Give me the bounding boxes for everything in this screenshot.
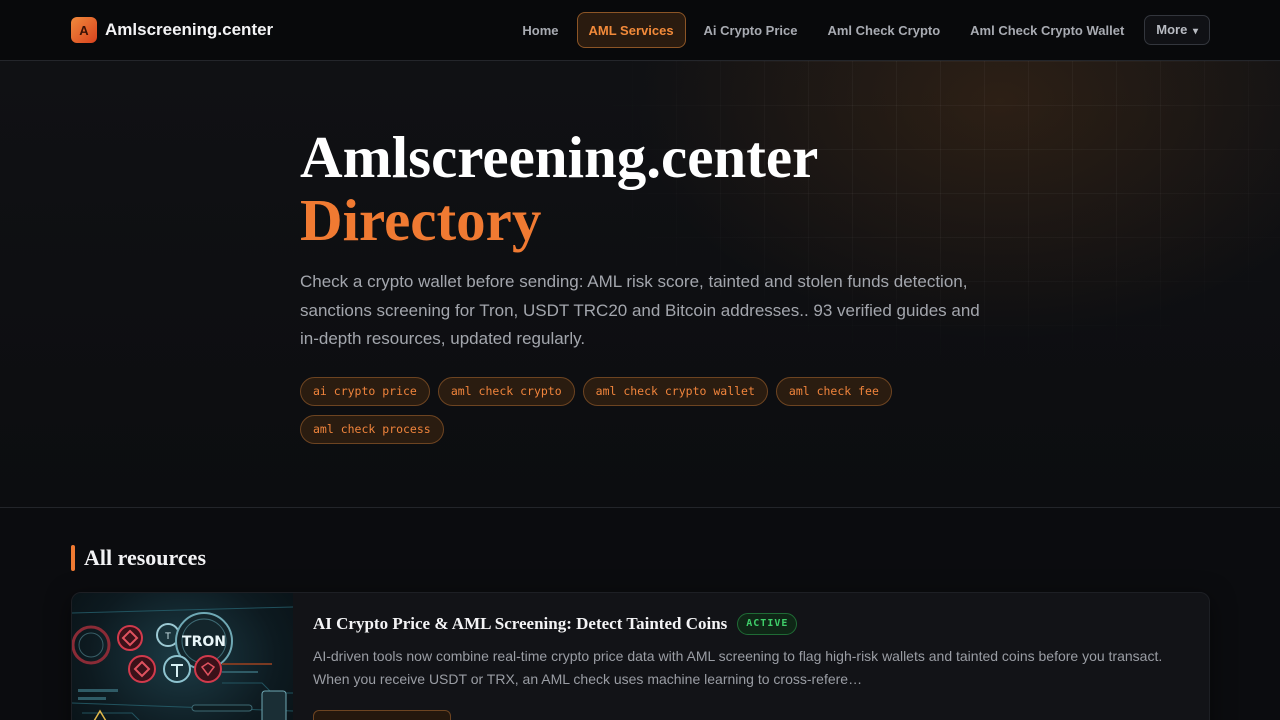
hero-section: Amlscreening.center Directory Check a cr… (0, 61, 1280, 508)
tag-aml-check-crypto-wallet[interactable]: aml check crypto wallet (582, 377, 768, 406)
resource-card-excerpt: AI-driven tools now combine real-time cr… (313, 648, 1163, 687)
page-title: Amlscreening.center Directory (300, 126, 1000, 252)
brand-logo-icon: A (71, 17, 97, 43)
tag-aml-check-process[interactable]: aml check process (300, 415, 444, 444)
heading-accent-bar (71, 545, 75, 571)
resource-card-title[interactable]: AI Crypto Price & AML Screening: Detect … (313, 614, 727, 634)
page-title-main: Amlscreening.center (300, 124, 819, 190)
main-nav: Home AML Services Ai Crypto Price Aml Ch… (508, 12, 1210, 48)
tag-aml-check-crypto[interactable]: aml check crypto (437, 377, 575, 406)
all-resources-title: All resources (84, 545, 206, 570)
nav-ai-crypto-price[interactable]: Ai Crypto Price (690, 12, 812, 48)
nav-aml-check-crypto-wallet[interactable]: Aml Check Crypto Wallet (956, 12, 1138, 48)
thumb-coin-label: T (164, 632, 171, 642)
chevron-down-icon: ▾ (1192, 26, 1198, 37)
resource-card-thumbnail[interactable]: T TRON (72, 593, 293, 720)
thumb-brand-text: TRON (182, 634, 226, 650)
nav-aml-check-crypto[interactable]: Aml Check Crypto (813, 12, 954, 48)
more-menu-button[interactable]: More ▾ (1144, 15, 1210, 45)
more-menu-label: More (1156, 22, 1188, 37)
tag-list: ai crypto price aml check crypto aml che… (300, 377, 940, 444)
resource-card-button[interactable] (313, 710, 451, 720)
site-header: A Amlscreening.center Home AML Services … (0, 0, 1280, 61)
status-badge: ACTIVE (737, 613, 798, 635)
resource-card[interactable]: T TRON AI Crypto Price & AML Screening: … (71, 592, 1210, 720)
all-resources-heading: All resources (71, 545, 206, 571)
nav-home[interactable]: Home (508, 12, 572, 48)
brand-name: Amlscreening.center (105, 20, 274, 39)
resource-card-body: AI Crypto Price & AML Screening: Detect … (313, 612, 1183, 691)
tag-aml-check-fee[interactable]: aml check fee (775, 377, 892, 406)
hero-description: Check a crypto wallet before sending: AM… (300, 272, 980, 349)
resource-card-header: AI Crypto Price & AML Screening: Detect … (313, 612, 1183, 636)
crypto-dashboard-illustration: T TRON (72, 606, 293, 720)
nav-aml-services[interactable]: AML Services (576, 12, 686, 48)
brand-link[interactable]: A Amlscreening.center (71, 17, 273, 43)
page-title-accent: Directory (300, 187, 542, 253)
tag-ai-crypto-price[interactable]: ai crypto price (300, 377, 430, 406)
